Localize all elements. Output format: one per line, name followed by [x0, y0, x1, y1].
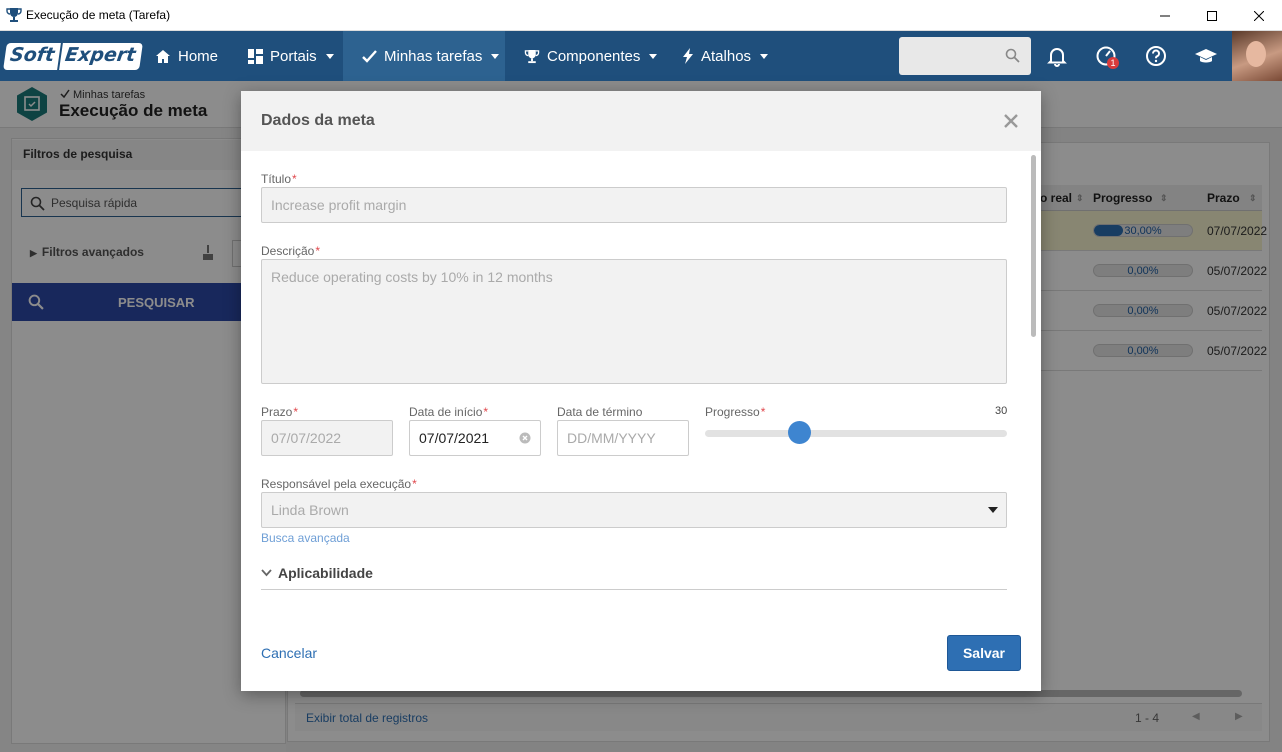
tasks-badge-button[interactable]: 1: [1095, 44, 1119, 69]
nav-componentes-label: Componentes: [547, 47, 641, 65]
minimize-icon: [1160, 15, 1170, 16]
aplicabilidade-section-toggle[interactable]: Aplicabilidade: [261, 565, 373, 581]
search-icon: [1005, 48, 1020, 63]
descricao-field[interactable]: Reduce operating costs by 10% in 12 mont…: [261, 259, 1007, 384]
dialog-scrollbar[interactable]: [1031, 155, 1036, 337]
home-icon: [156, 49, 170, 63]
check-icon: [362, 49, 377, 63]
prazo-label-text: Prazo: [261, 405, 293, 419]
clear-icon[interactable]: [519, 432, 531, 444]
titulo-field[interactable]: Increase profit margin: [261, 187, 1007, 223]
maximize-button[interactable]: [1189, 0, 1235, 31]
section-divider: [261, 589, 1007, 590]
inicio-label-text: Data de início: [409, 405, 483, 419]
aplicabilidade-label: Aplicabilidade: [278, 565, 373, 581]
avatar-face: [1246, 41, 1266, 67]
chevron-down-icon: [760, 53, 769, 59]
titulo-value: Increase profit margin: [271, 197, 407, 213]
titulo-label-text: Título: [261, 172, 292, 186]
nav-minhas-tarefas-label: Minhas tarefas: [384, 47, 483, 65]
dropdown-arrow-icon: [988, 507, 998, 513]
progresso-slider-track[interactable]: [705, 430, 1007, 437]
close-icon[interactable]: [1002, 112, 1020, 130]
trophy-icon: [6, 8, 22, 22]
progresso-label-text: Progresso: [705, 405, 760, 419]
chevron-down-icon: [261, 569, 272, 577]
dialog-title: Dados da meta: [261, 112, 375, 129]
termino-placeholder: DD/MM/YYYY: [567, 430, 656, 446]
descricao-label: Descrição*: [261, 244, 320, 258]
user-avatar[interactable]: [1232, 31, 1282, 81]
required-marker: *: [315, 244, 321, 258]
nav-atalhos[interactable]: Atalhos: [683, 31, 769, 81]
prazo-label: Prazo*: [261, 405, 298, 419]
notification-badge: 1: [1107, 57, 1119, 69]
descricao-label-text: Descrição: [261, 244, 315, 258]
inicio-label: Data de início*: [409, 405, 488, 419]
advanced-search-link[interactable]: Busca avançada: [261, 531, 350, 545]
nav-portais-label: Portais: [270, 47, 317, 65]
required-marker: *: [293, 405, 299, 419]
window-titlebar: Execução de meta (Tarefa): [0, 0, 1282, 31]
chevron-down-icon: [649, 53, 658, 59]
nav-minhas-tarefas[interactable]: Minhas tarefas: [343, 31, 505, 81]
save-button[interactable]: Salvar: [947, 635, 1021, 671]
responsavel-label-text: Responsável pela execução: [261, 477, 412, 491]
titulo-label: Título*: [261, 172, 297, 186]
help-icon[interactable]: [1144, 44, 1168, 68]
top-navbar: Soft Expert Home Portais Minhas tarefas …: [0, 31, 1282, 81]
termino-label: Data de término: [557, 405, 643, 419]
required-marker: *: [412, 477, 417, 491]
logo-text-right: Expert: [59, 43, 144, 70]
chevron-down-icon: [491, 53, 500, 59]
inicio-value: 07/07/2021: [419, 430, 490, 446]
nav-componentes[interactable]: Componentes: [524, 31, 658, 81]
termino-date-field[interactable]: DD/MM/YYYY: [557, 420, 689, 456]
goal-data-dialog: Dados da meta Título* Increase profit ma…: [241, 91, 1041, 691]
lightning-icon: [683, 48, 693, 64]
portal-icon: [248, 48, 263, 64]
descricao-value: Reduce operating costs by 10% in 12 mont…: [271, 269, 553, 285]
progresso-value: 30: [995, 405, 1008, 417]
maximize-icon: [1207, 10, 1217, 21]
window-title: Execução de meta (Tarefa): [26, 8, 171, 22]
required-marker: *: [483, 405, 489, 419]
bell-icon[interactable]: [1045, 44, 1069, 68]
progresso-slider-handle[interactable]: [788, 421, 811, 444]
softexpert-logo[interactable]: Soft Expert: [3, 43, 144, 70]
dialog-header: Dados da meta: [241, 91, 1041, 151]
cancel-button[interactable]: Cancelar: [261, 645, 317, 661]
graduation-cap-icon[interactable]: [1194, 44, 1218, 68]
logo-text-left: Soft: [3, 43, 61, 70]
responsavel-value: Linda Brown: [271, 502, 349, 518]
required-marker: *: [760, 405, 766, 419]
save-button-label: Salvar: [962, 645, 1006, 661]
prazo-value: 07/07/2022: [271, 430, 342, 446]
nav-home[interactable]: Home: [155, 31, 218, 81]
responsavel-label: Responsável pela execução*: [261, 477, 417, 491]
nav-home-label: Home: [178, 47, 219, 65]
close-window-button[interactable]: [1236, 0, 1282, 31]
minimize-button[interactable]: [1142, 0, 1188, 31]
prazo-field[interactable]: 07/07/2022: [261, 420, 393, 456]
required-marker: *: [292, 172, 297, 186]
trophy-icon: [524, 49, 540, 63]
close-icon: [1254, 10, 1264, 21]
nav-search-input[interactable]: [899, 37, 1031, 75]
inicio-date-field[interactable]: 07/07/2021: [409, 420, 541, 456]
progresso-label: Progresso*: [705, 405, 765, 419]
responsavel-select[interactable]: Linda Brown: [261, 492, 1007, 528]
chevron-down-icon: [325, 53, 334, 59]
nav-portais[interactable]: Portais: [248, 31, 334, 81]
nav-atalhos-label: Atalhos: [701, 47, 752, 65]
